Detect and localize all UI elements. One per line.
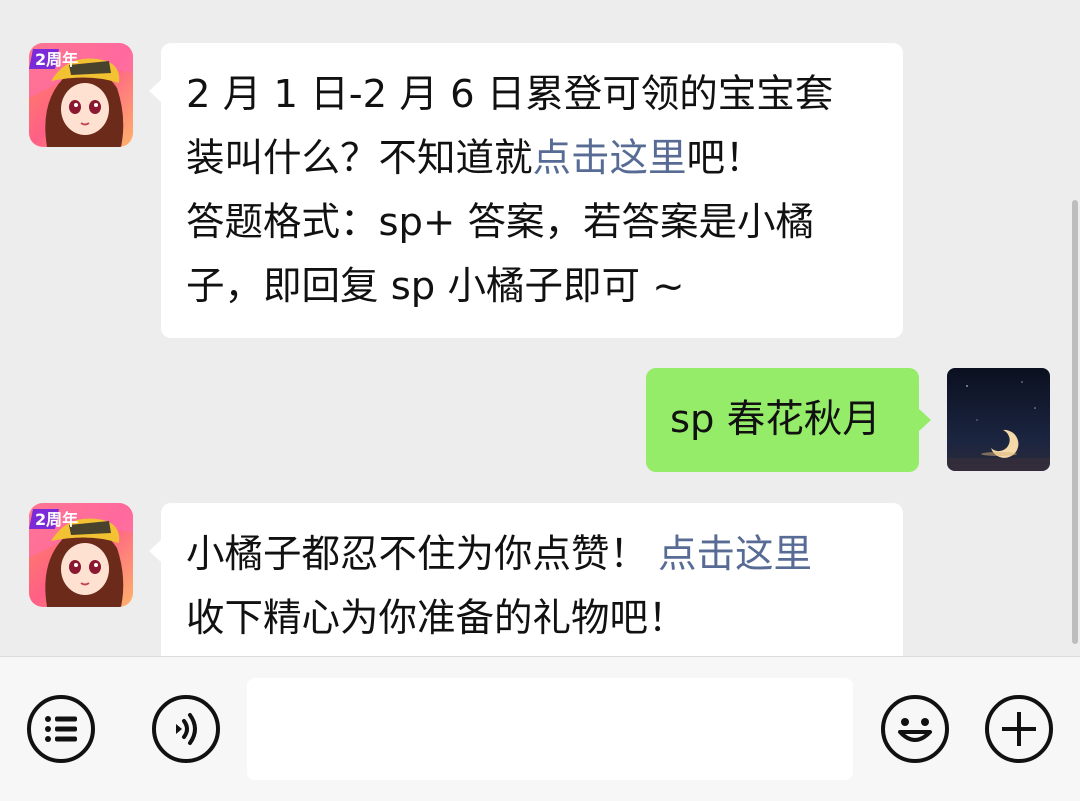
voice-button[interactable]: [151, 694, 221, 764]
message-line: 收下精心为你准备的礼物吧！: [186, 587, 903, 651]
message-text: 吧！: [686, 136, 764, 181]
message-text: 子，即回复 sp 小橘子即可 ~: [186, 264, 685, 309]
input-bar: [0, 656, 1080, 801]
emoji-button[interactable]: [880, 694, 950, 764]
message-text: 2 月 1 日-2 月 6 日累登可领的宝宝套: [186, 72, 834, 117]
message-line: 子，即回复 sp 小橘子即可 ~: [186, 255, 903, 319]
message-text: 答题格式：sp+ 答案，若答案是小橘: [186, 200, 814, 245]
my-avatar[interactable]: [947, 368, 1050, 471]
game-character-avatar-icon: 2周年: [29, 503, 133, 607]
message-text: sp 春花秋月: [670, 397, 881, 442]
plus-icon: [985, 695, 1053, 763]
svg-text:2周年: 2周年: [35, 510, 78, 529]
svg-text:2周年: 2周年: [35, 50, 78, 69]
message-text: 收下精心为你准备的礼物吧！: [186, 596, 687, 641]
message-text: 装叫什么？不知道就: [186, 136, 533, 181]
emoji-icon: [881, 695, 949, 763]
message-bubble-outgoing[interactable]: sp 春花秋月: [646, 368, 931, 472]
message-line: 装叫什么？不知道就点击这里吧！: [186, 127, 903, 191]
message-text: 小橘子都忍不住为你点赞！: [186, 532, 649, 577]
night-moon-avatar-icon: [947, 368, 1050, 471]
bubble-tail: [918, 408, 931, 432]
chat-message-list[interactable]: 2周年 2 月 1 日-2 月 6 日累登可领的宝宝套 装叫什么？不知道就点击这…: [0, 0, 1080, 656]
message-line: 小橘子都忍不住为你点赞！ 点击这里: [186, 523, 903, 587]
official-avatar[interactable]: 2周年: [29, 43, 133, 147]
scrollbar[interactable]: [1072, 200, 1078, 644]
bubble-tail: [149, 79, 162, 103]
game-character-avatar-icon: 2周年: [29, 43, 133, 147]
message-input[interactable]: [247, 678, 853, 780]
message-line: 答题格式：sp+ 答案，若答案是小橘: [186, 191, 903, 255]
list-menu-button[interactable]: [26, 694, 96, 764]
message-bubble-incoming[interactable]: 2 月 1 日-2 月 6 日累登可领的宝宝套 装叫什么？不知道就点击这里吧！ …: [149, 43, 903, 338]
official-avatar[interactable]: 2周年: [29, 503, 133, 607]
bubble-tail: [149, 539, 162, 563]
click-here-link[interactable]: 点击这里: [658, 532, 812, 577]
message-bubble-incoming[interactable]: 小橘子都忍不住为你点赞！ 点击这里 收下精心为你准备的礼物吧！: [149, 503, 903, 656]
list-menu-icon: [27, 695, 95, 763]
click-here-link[interactable]: 点击这里: [533, 136, 687, 181]
message-line: 2 月 1 日-2 月 6 日累登可领的宝宝套: [186, 63, 903, 127]
plus-button[interactable]: [984, 694, 1054, 764]
voice-icon: [152, 695, 220, 763]
